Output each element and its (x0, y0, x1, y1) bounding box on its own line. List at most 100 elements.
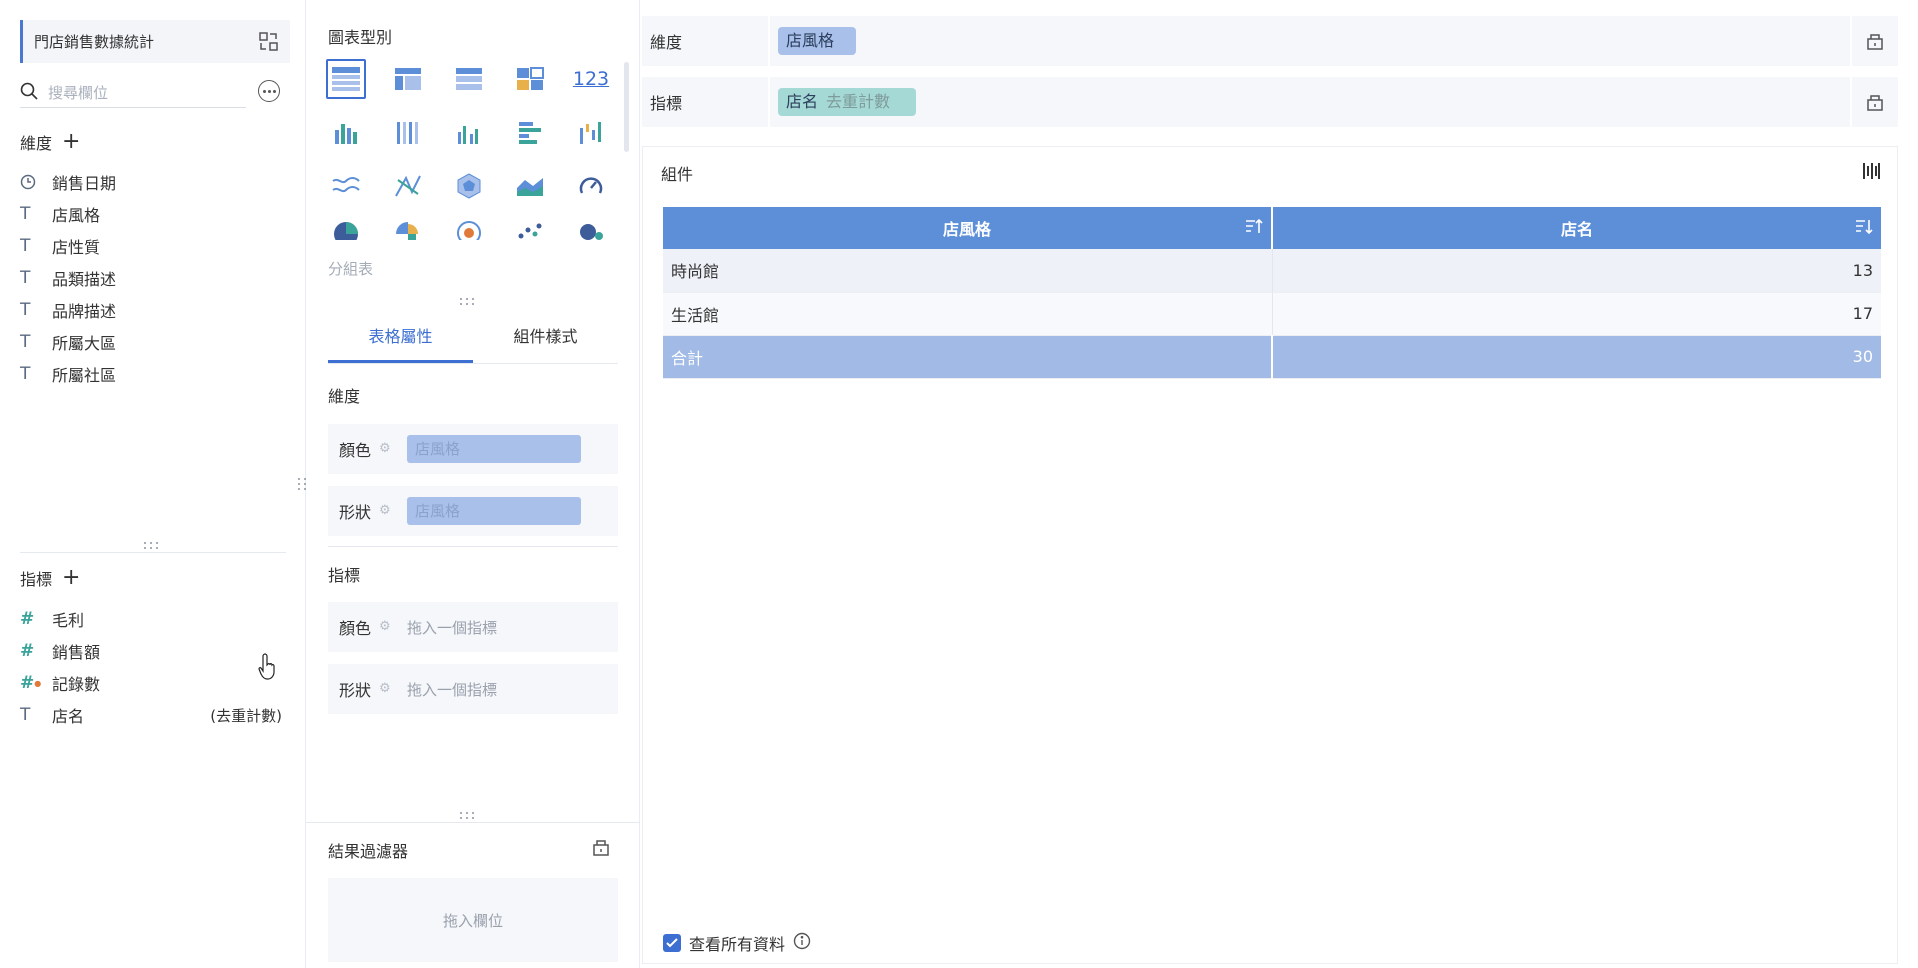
dimension-field-category[interactable]: T 品類描述 (20, 263, 282, 293)
metric-color-dropzone[interactable]: 拖入一個指標 (407, 617, 497, 638)
map-chart-icon[interactable] (449, 220, 489, 250)
metric-field-sales[interactable]: # 銷售額 (20, 636, 282, 666)
add-dimension-icon[interactable]: + (62, 131, 80, 153)
gear-icon[interactable]: ⚙ (379, 682, 393, 696)
area-chart-icon[interactable] (510, 166, 550, 206)
lock-icon[interactable] (1850, 77, 1898, 127)
dimension-color-dropzone[interactable]: 店風格 (407, 435, 581, 463)
bar-chart-icon[interactable] (510, 113, 550, 153)
dimension-shape-row: 形狀 ⚙ 店風格 (328, 486, 618, 536)
number-type-icon: # (20, 641, 35, 661)
search-input[interactable] (48, 83, 228, 102)
table-header-row: 店風格 店名 (663, 207, 1881, 249)
divider (328, 546, 618, 547)
dimension-field-brand[interactable]: T 品牌描述 (20, 295, 282, 325)
cross-table-chart-icon[interactable] (388, 59, 428, 99)
resize-handle[interactable] (460, 812, 475, 819)
more-options-icon[interactable] (258, 80, 280, 102)
resize-handle[interactable] (144, 542, 159, 549)
stacked-column-chart-icon[interactable] (326, 113, 366, 153)
bubble-chart-icon[interactable] (571, 220, 611, 250)
gear-icon[interactable]: ⚙ (379, 442, 393, 456)
line-chart-icon[interactable] (326, 166, 366, 206)
metric-pill-aggregation: 去重計數 (826, 92, 891, 111)
info-icon[interactable] (793, 932, 811, 954)
props-metric-heading: 指標 (328, 566, 361, 585)
table-cell: 時尚館 (663, 249, 1273, 293)
scatter-chart-icon[interactable] (510, 220, 550, 250)
percent-column-chart-icon[interactable] (388, 113, 428, 153)
gauge-chart-icon[interactable] (571, 166, 611, 206)
field-search[interactable] (20, 78, 246, 108)
shape-label: 形狀 (339, 681, 372, 700)
switch-dataset-icon[interactable] (259, 32, 278, 51)
dimension-field-store-style[interactable]: T 店風格 (20, 199, 282, 229)
number-type-icon: # (20, 609, 35, 629)
dimensions-heading: 維度 (20, 134, 53, 153)
rose-chart-icon[interactable] (388, 220, 428, 250)
chart-settings-icon[interactable] (1861, 161, 1881, 185)
aggregation-suffix: (去重計數) (210, 706, 282, 725)
workspace: 維度 店風格 指標 店名 去重計數 組件 店風格 店名 時尚館 13 生活館 1… (640, 0, 1918, 968)
table-row: 時尚館 13 (663, 249, 1881, 293)
lock-icon[interactable] (1850, 16, 1898, 66)
tab-component-style[interactable]: 組件樣式 (473, 312, 618, 363)
waterfall-chart-icon[interactable] (571, 113, 611, 153)
table-cell: 13 (1272, 249, 1881, 293)
metric-shape-dropzone[interactable]: 拖入一個指標 (407, 679, 497, 700)
detail-table-chart-icon[interactable] (449, 59, 489, 99)
grouped-table-chart-icon[interactable] (326, 59, 366, 99)
field-label: 所屬社區 (52, 366, 117, 385)
column-header[interactable]: 店名 (1272, 207, 1881, 249)
dimension-pill[interactable]: 店風格 (778, 27, 857, 55)
dimension-shelf-label: 維度 (642, 16, 770, 66)
number-card-chart-icon[interactable]: 123 (571, 59, 611, 99)
field-label: 店風格 (52, 206, 101, 225)
table-total-row: 合計 30 (663, 335, 1881, 379)
component-canvas: 組件 店風格 店名 時尚館 13 生活館 17 合計 30 查看所有資料 (642, 146, 1898, 964)
dimension-field-sale-date[interactable]: 銷售日期 (20, 167, 282, 197)
column-chart-icon[interactable] (449, 113, 489, 153)
field-label: 銷售日期 (52, 174, 117, 193)
kpi-card-chart-icon[interactable] (510, 59, 550, 99)
sort-icon[interactable] (1245, 218, 1263, 240)
dimension-field-community[interactable]: T 所屬社區 (20, 359, 282, 389)
column-header-label: 店風格 (942, 220, 991, 239)
chart-type-scrollbar[interactable] (624, 62, 629, 152)
dataset-selector[interactable]: 門店銷售數據統計 (20, 20, 290, 63)
sort-icon[interactable] (1855, 218, 1873, 240)
column-header[interactable]: 店風格 (663, 207, 1273, 249)
dimension-field-store-nature[interactable]: T 店性質 (20, 231, 282, 261)
gear-icon[interactable]: ⚙ (379, 620, 393, 634)
search-icon (20, 82, 38, 104)
dimension-shape-dropzone[interactable]: 店風格 (407, 497, 581, 525)
radar-line-chart-icon[interactable] (388, 166, 428, 206)
add-metric-icon[interactable]: + (62, 567, 80, 589)
field-panel: 門店銷售數據統計 維度 + 銷售日期 T 店風格 T 店性質 T 品類描述 (0, 0, 306, 968)
metric-shape-row: 形狀 ⚙ 拖入一個指標 (328, 664, 618, 714)
text-type-icon: T (20, 332, 31, 352)
result-filter-dropzone[interactable]: 拖入欄位 (328, 878, 618, 962)
table-cell: 30 (1272, 335, 1881, 379)
view-all-checkbox[interactable] (663, 934, 681, 952)
metric-shelf-dropzone[interactable]: 店名 去重計數 (770, 77, 1850, 127)
dimension-shelf-dropzone[interactable]: 店風格 (770, 16, 1850, 66)
pie-chart-icon[interactable] (326, 220, 366, 250)
text-type-icon: T (20, 268, 31, 288)
column-header-label: 店名 (1560, 220, 1593, 239)
metric-field-gross-profit[interactable]: # 毛利 (20, 604, 282, 634)
dimensions-header: 維度 + (20, 130, 80, 154)
radar-chart-icon[interactable] (449, 166, 489, 206)
field-label: 毛利 (52, 611, 85, 630)
dimension-field-region[interactable]: T 所屬大區 (20, 327, 282, 357)
chart-type-heading: 圖表型別 (328, 28, 393, 47)
metric-field-store-name[interactable]: T 店名 (去重計數) (20, 700, 282, 730)
metrics-heading: 指標 (20, 570, 53, 589)
tab-table-properties[interactable]: 表格屬性 (328, 312, 473, 363)
metric-pill[interactable]: 店名 去重計數 (778, 88, 917, 116)
metric-pill-name: 店名 (786, 92, 819, 111)
lock-icon[interactable] (592, 838, 610, 860)
resize-handle[interactable] (460, 298, 475, 305)
gear-icon[interactable]: ⚙ (379, 504, 393, 518)
metric-field-record-count[interactable]: # ● 記錄數 (20, 668, 282, 698)
